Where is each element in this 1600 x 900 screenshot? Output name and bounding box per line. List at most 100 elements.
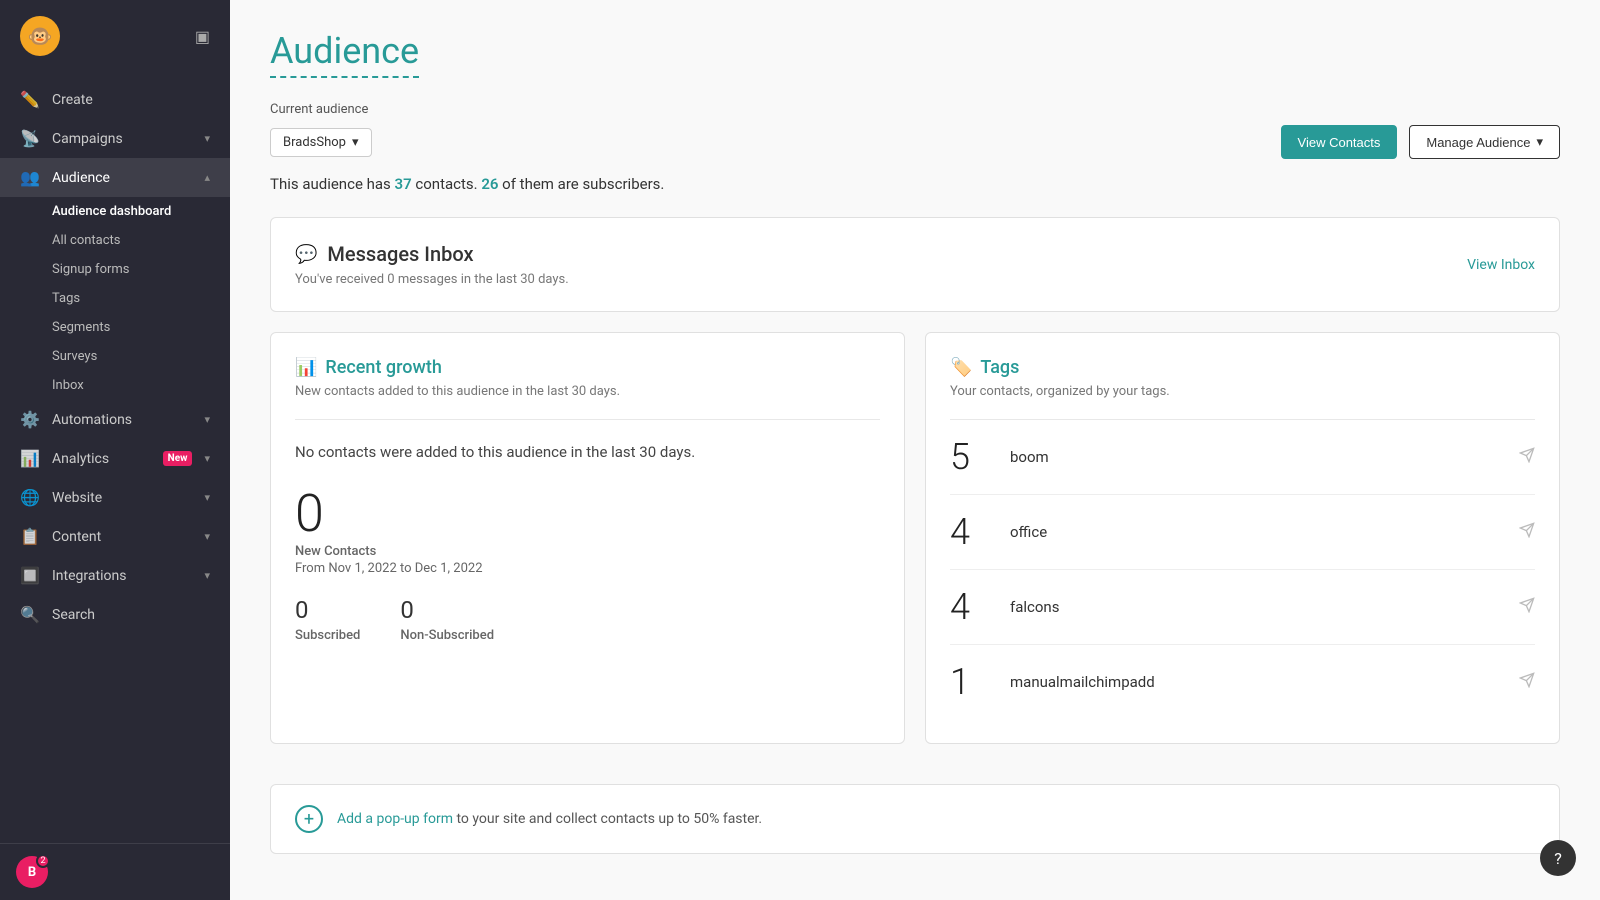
messages-inbox-header: 💬 Messages Inbox You've received 0 messa… [295, 242, 1535, 287]
tag-count: 4 [950, 586, 1010, 628]
header-buttons: View Contacts Manage Audience ▾ [1281, 125, 1560, 159]
website-icon: 🌐 [20, 488, 40, 507]
tag-row: 1 manualmailchimpadd [950, 645, 1535, 719]
sidebar-item-website[interactable]: 🌐 Website ▾ [0, 478, 230, 517]
messages-inbox-subtitle: You've received 0 messages in the last 3… [295, 272, 569, 287]
new-contacts-count: 0 [295, 488, 880, 540]
notification-badge: 2 [36, 854, 50, 868]
manage-audience-button[interactable]: Manage Audience ▾ [1409, 125, 1560, 159]
sidebar-item-integrations[interactable]: 🔲 Integrations ▾ [0, 556, 230, 595]
total-contacts-count: 37 [395, 175, 412, 193]
sidebar-subitem-surveys[interactable]: Surveys [0, 342, 230, 371]
sidebar-item-label: Search [52, 607, 210, 623]
tags-card: 🏷️ Tags Your contacts, organized by your… [925, 332, 1560, 744]
recent-growth-title[interactable]: 📊 Recent growth [295, 357, 880, 378]
audience-icon: 👥 [20, 168, 40, 187]
content-icon: 📋 [20, 527, 40, 546]
non-subscribed-stat: 0 Non-Subscribed [400, 596, 494, 643]
recent-growth-card: 📊 Recent growth New contacts added to th… [270, 332, 905, 744]
main-content: Audience Current audience BradsShop ▾ Vi… [230, 0, 1600, 900]
sidebar-item-label: Audience [52, 170, 192, 186]
sidebar-item-content[interactable]: 📋 Content ▾ [0, 517, 230, 556]
tags-subtitle: Your contacts, organized by your tags. [950, 384, 1535, 399]
sidebar-subitem-all-contacts[interactable]: All contacts [0, 226, 230, 255]
tag-count: 1 [950, 661, 1010, 703]
tag-name: boom [1010, 448, 1519, 466]
tag-count: 4 [950, 511, 1010, 553]
new-contacts-label: New Contacts [295, 544, 880, 559]
dropdown-arrow-icon: ▾ [352, 135, 359, 150]
view-contacts-button[interactable]: View Contacts [1281, 125, 1398, 159]
sidebar: 🐵 ▣ ✏️ Create 📡 Campaigns ▾ 👥 Audience ▴… [0, 0, 230, 900]
sidebar-item-campaigns[interactable]: 📡 Campaigns ▾ [0, 119, 230, 158]
sidebar-bottom: B 2 [0, 843, 230, 900]
sidebar-subitem-signup-forms[interactable]: Signup forms [0, 255, 230, 284]
audience-selector-dropdown[interactable]: BradsShop ▾ [270, 128, 372, 157]
audience-stats: This audience has 37 contacts. 26 of the… [270, 175, 1560, 193]
avatar-badge[interactable]: B 2 [16, 856, 48, 888]
subscribers-count: 26 [481, 175, 498, 193]
stats-row: 0 Subscribed 0 Non-Subscribed [295, 596, 880, 643]
view-inbox-link[interactable]: View Inbox [1467, 257, 1535, 273]
sidebar-item-analytics[interactable]: 📊 Analytics New ▾ [0, 439, 230, 478]
analytics-icon: 📊 [20, 449, 40, 468]
tag-name: office [1010, 523, 1519, 541]
campaigns-icon: 📡 [20, 129, 40, 148]
help-button[interactable]: ? [1540, 840, 1576, 876]
promo-plus-icon[interactable]: + [295, 805, 323, 833]
popup-form-link[interactable]: Add a pop-up form [337, 811, 453, 827]
tag-icon: 🏷️ [950, 357, 972, 378]
sidebar-item-label: Create [52, 92, 210, 108]
audience-header: BradsShop ▾ View Contacts Manage Audienc… [270, 125, 1560, 159]
two-col-section: 📊 Recent growth New contacts added to th… [270, 332, 1560, 764]
sidebar-subitem-tags[interactable]: Tags [0, 284, 230, 313]
non-subscribed-count: 0 [400, 596, 494, 624]
growth-empty-message: No contacts were added to this audience … [295, 440, 880, 464]
chevron-down-icon: ▾ [204, 452, 210, 465]
messages-inbox-title: Messages Inbox [327, 242, 473, 266]
send-icon[interactable] [1519, 522, 1535, 542]
sidebar-item-automations[interactable]: ⚙️ Automations ▾ [0, 400, 230, 439]
tags-title[interactable]: 🏷️ Tags [950, 357, 1535, 378]
new-badge: New [163, 451, 193, 466]
sidebar-navigation: ✏️ Create 📡 Campaigns ▾ 👥 Audience ▴ Aud… [0, 72, 230, 843]
bar-chart-icon: 📊 [295, 357, 317, 378]
sidebar-item-audience[interactable]: 👥 Audience ▴ [0, 158, 230, 197]
create-icon: ✏️ [20, 90, 40, 109]
subscribed-stat: 0 Subscribed [295, 596, 360, 643]
sidebar-logo: 🐵 ▣ [0, 0, 230, 72]
promo-card: + Add a pop-up form to your site and col… [270, 784, 1560, 854]
sidebar-item-label: Analytics [52, 451, 151, 467]
sidebar-item-create[interactable]: ✏️ Create [0, 80, 230, 119]
subscribed-label: Subscribed [295, 628, 360, 643]
chevron-down-icon: ▾ [204, 413, 210, 426]
sidebar-toggle-button[interactable]: ▣ [195, 27, 210, 46]
tag-row: 4 falcons [950, 570, 1535, 645]
integrations-icon: 🔲 [20, 566, 40, 585]
non-subscribed-label: Non-Subscribed [400, 628, 494, 643]
mailchimp-logo[interactable]: 🐵 [20, 16, 60, 56]
recent-growth-subtitle: New contacts added to this audience in t… [295, 384, 880, 399]
sidebar-subitem-audience-dashboard[interactable]: Audience dashboard [0, 197, 230, 226]
audience-name: BradsShop [283, 135, 346, 150]
chevron-down-icon: ▾ [204, 530, 210, 543]
chevron-up-icon: ▴ [204, 171, 210, 184]
sidebar-item-label: Website [52, 490, 192, 506]
promo-text: Add a pop-up form to your site and colle… [337, 811, 762, 827]
tags-list: 5 boom 4 office 4 falcons [950, 420, 1535, 719]
sidebar-subitem-segments[interactable]: Segments [0, 313, 230, 342]
tag-name: falcons [1010, 598, 1519, 616]
send-icon[interactable] [1519, 597, 1535, 617]
chevron-down-icon: ▾ [1536, 134, 1543, 150]
sidebar-item-search[interactable]: 🔍 Search [0, 595, 230, 634]
sidebar-subitem-inbox[interactable]: Inbox [0, 371, 230, 400]
chevron-down-icon: ▾ [204, 491, 210, 504]
automations-icon: ⚙️ [20, 410, 40, 429]
messages-inbox-card: 💬 Messages Inbox You've received 0 messa… [270, 217, 1560, 312]
chevron-down-icon: ▾ [204, 132, 210, 145]
send-icon[interactable] [1519, 447, 1535, 467]
send-icon[interactable] [1519, 672, 1535, 692]
logo-icon: 🐵 [28, 24, 53, 48]
messages-inbox-title-row: 💬 Messages Inbox You've received 0 messa… [295, 242, 569, 287]
manage-audience-label: Manage Audience [1426, 135, 1530, 150]
